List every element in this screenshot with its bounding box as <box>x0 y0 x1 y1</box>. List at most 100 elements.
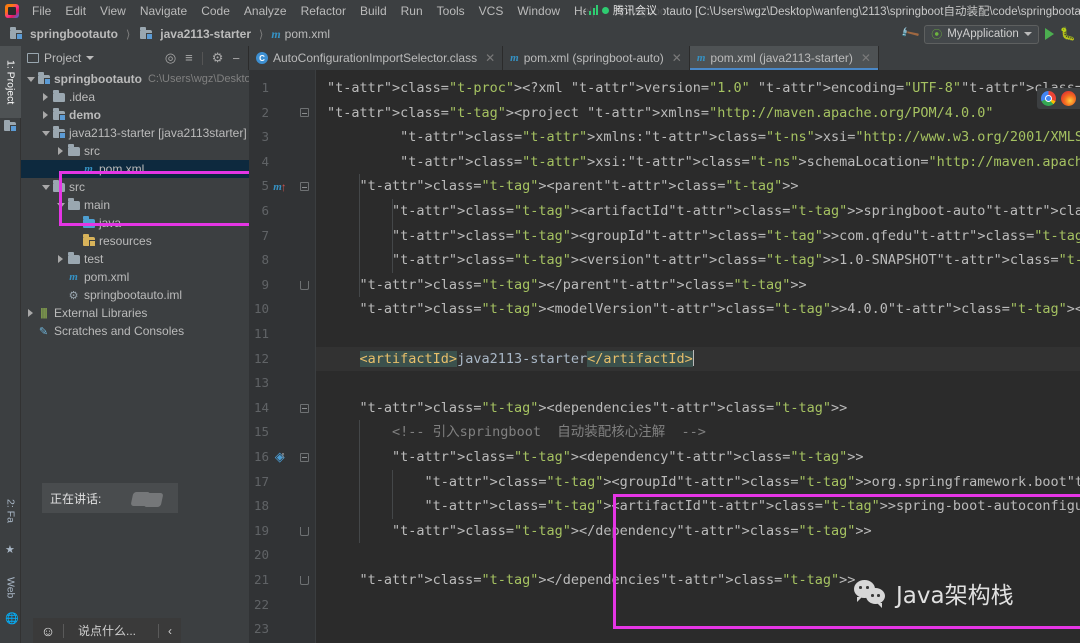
chrome-icon[interactable] <box>1041 91 1056 106</box>
tree-expander[interactable] <box>55 202 66 208</box>
sidebar-item-project[interactable]: 1: Project <box>0 46 21 118</box>
tree-item[interactable]: resources <box>21 232 249 250</box>
tree-expander[interactable] <box>55 147 66 155</box>
tree-item[interactable]: .idea <box>21 88 249 106</box>
tree-item[interactable]: main <box>21 196 249 214</box>
folder-icon <box>66 144 81 156</box>
play-icon[interactable] <box>1044 28 1054 40</box>
tree-item[interactable]: ⚙ springbootauto.iml <box>21 286 249 304</box>
status-dot-icon <box>602 6 609 14</box>
breadcrumb-separator: ⟩ <box>259 28 264 41</box>
tree-item[interactable]: src <box>21 142 249 160</box>
editor-gutter[interactable]: 1 2 3 4 5 m ↑ 6 7 8 9 10 11 12 13 14 15 16 ◈ ↑ 17 18 19 20 21 22 2… <box>249 70 315 643</box>
fold-marker[interactable] <box>297 101 311 126</box>
code-line: "t-attr">class="t-tag"><modelVersion"t-a… <box>359 301 1080 318</box>
tree-item[interactable]: java2113-starter [java2113starter] <box>21 124 249 142</box>
fold-marker[interactable] <box>297 519 311 544</box>
code-editor[interactable]: 1 2 3 4 5 m ↑ 6 7 8 9 10 11 12 13 14 15 16 ◈ ↑ 17 18 19 20 21 22 2… <box>249 70 1080 643</box>
locate-icon[interactable]: ◎ <box>165 50 176 66</box>
tree-expander[interactable] <box>25 309 36 317</box>
close-icon[interactable]: ✕ <box>672 51 682 65</box>
indent-guide <box>391 469 393 519</box>
sidebar-item-web[interactable]: Web <box>0 566 21 610</box>
sidebar-item-structure[interactable]: cture <box>0 638 21 643</box>
maven-reimport-icon[interactable]: m ↑ <box>269 174 291 199</box>
tree-item[interactable]: m pom.xml <box>21 268 249 286</box>
meeting-chat-bar[interactable]: ☺ 说点什么... ‹ <box>33 618 181 643</box>
fold-marker[interactable] <box>297 174 311 199</box>
tree-expander[interactable] <box>25 76 36 82</box>
chevron-down-icon[interactable] <box>86 56 95 60</box>
menu-item-window[interactable]: Window <box>510 2 567 20</box>
code-content[interactable]: "t-attr">class="t-proc"><?xml "t-attr">v… <box>327 70 1080 643</box>
fold-marker[interactable] <box>297 273 311 298</box>
spring-bean-icon[interactable]: ◈ ↑ <box>269 445 291 470</box>
breadcrumb-item-2[interactable]: pom.xml <box>285 27 330 41</box>
close-icon[interactable]: ✕ <box>861 51 871 65</box>
line-number: 3 <box>261 129 269 145</box>
collapse-all-icon[interactable]: ≡ <box>185 51 193 64</box>
browser-preview-bar[interactable] <box>1037 88 1080 109</box>
indent-guide <box>359 420 361 544</box>
editor-tab-label: pom.xml (springboot-auto) <box>523 51 664 65</box>
editor-tab[interactable]: m pom.xml (java2113-starter) ✕ <box>689 46 879 70</box>
menu-item-build[interactable]: Build <box>353 2 394 20</box>
menu-item-analyze[interactable]: Analyze <box>237 2 294 20</box>
tree-expander[interactable] <box>40 184 51 190</box>
menu-item-run[interactable]: Run <box>394 2 430 20</box>
menu-item-vcs[interactable]: VCS <box>472 2 511 20</box>
bug-icon[interactable]: 🐛 <box>1060 26 1076 42</box>
breadcrumb-item-0[interactable]: springbootauto <box>30 27 118 41</box>
fold-marker[interactable] <box>297 396 311 421</box>
close-icon[interactable]: ✕ <box>485 51 495 65</box>
firefox-icon[interactable] <box>1061 91 1076 106</box>
gutter-divider <box>315 70 316 643</box>
tree-expander[interactable] <box>40 130 51 136</box>
fold-marker[interactable] <box>297 445 311 470</box>
line-number: 10 <box>253 301 269 317</box>
tree-item-label: springbootauto <box>54 72 142 86</box>
menu-item-tools[interactable]: Tools <box>430 2 472 20</box>
fold-marker[interactable] <box>297 568 311 593</box>
strip-label-favorites: 2: Fa <box>4 499 17 523</box>
tree-item[interactable]: m pom.xml <box>21 160 249 178</box>
menu-item-file[interactable]: File <box>25 2 58 20</box>
editor-tab[interactable]: m pom.xml (springboot-auto) ✕ <box>503 46 690 70</box>
tree-item[interactable]: ||| External Libraries <box>21 304 249 322</box>
menu-item-code[interactable]: Code <box>194 2 237 20</box>
minimize-icon[interactable]: − <box>232 51 240 66</box>
project-tree[interactable]: springbootauto C:\Users\wgz\Desktop\w .ide… <box>21 70 249 643</box>
tree-item[interactable]: ✎ Scratches and Consoles <box>21 322 249 340</box>
chevron-down-icon <box>41 130 50 136</box>
menu-item-view[interactable]: View <box>93 2 133 20</box>
meeting-chat-input[interactable]: 说点什么... <box>64 622 158 639</box>
window-title: springbootauto [C:\Users\wgz\Desktop\wan… <box>616 6 1080 18</box>
line-number: 6 <box>261 203 269 218</box>
tree-item[interactable]: springbootauto C:\Users\wgz\Desktop\w <box>21 70 249 88</box>
menu-item-navigate[interactable]: Navigate <box>133 2 194 20</box>
code-line: "t-attr">class="t-tag"></dependency"t-at… <box>392 522 872 539</box>
run-configuration-selector[interactable]: ⦿ MyApplication <box>924 24 1039 44</box>
sidebar-item-favorites[interactable]: 2: Fa <box>0 481 21 541</box>
tree-item[interactable]: demo <box>21 106 249 124</box>
tree-expander[interactable] <box>40 93 51 101</box>
menu-item-refactor[interactable]: Refactor <box>294 2 353 20</box>
tree-expander[interactable] <box>55 255 66 263</box>
breadcrumb-item-1[interactable]: java2113-starter <box>160 27 251 41</box>
menu-item-edit[interactable]: Edit <box>58 2 93 20</box>
gear-icon[interactable]: ⚙ <box>212 50 224 66</box>
tree-expander[interactable] <box>40 111 51 119</box>
chevron-left-icon[interactable]: ‹ <box>159 624 181 638</box>
editor-tab[interactable]: C AutoConfigurationImportSelector.class ✕ <box>249 46 504 70</box>
tree-item-label: resources <box>99 234 152 248</box>
editor-tab-bar[interactable]: C AutoConfigurationImportSelector.class ✕ m… <box>249 46 1080 70</box>
tree-item-label: src <box>69 180 85 194</box>
tree-item[interactable]: src <box>21 178 249 196</box>
smiley-icon[interactable]: ☺ <box>33 623 63 639</box>
tencent-meeting-pill[interactable]: 腾讯会议 <box>586 1 663 19</box>
hammer-icon[interactable]: 🔨 <box>899 23 921 45</box>
tree-item[interactable]: java <box>21 214 249 232</box>
tree-item[interactable]: test <box>21 250 249 268</box>
code-line: "t-attr">class="t-tag"><groupId"t-attr">… <box>424 473 1080 490</box>
class-file-icon: C <box>256 52 268 64</box>
